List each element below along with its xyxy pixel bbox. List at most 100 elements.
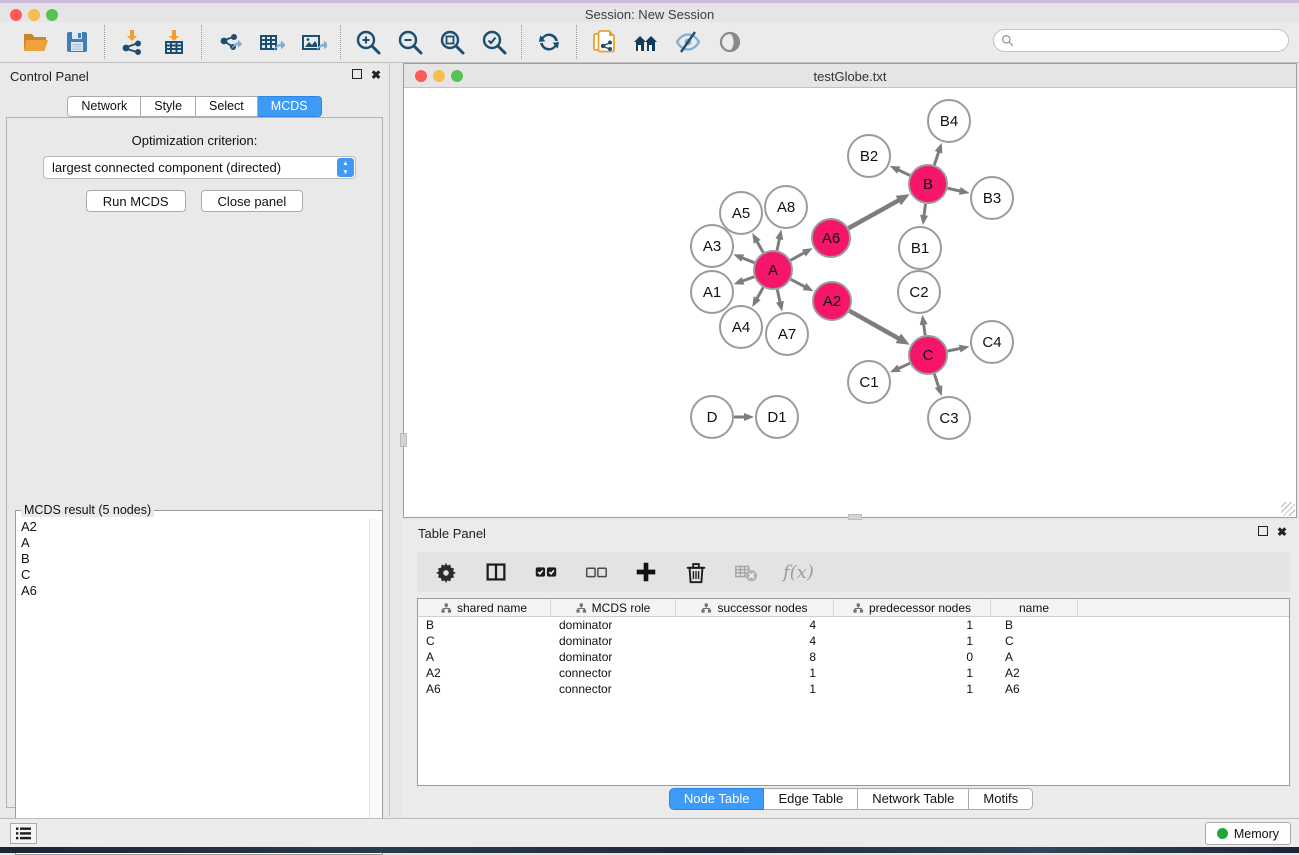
column-header-name[interactable]: name	[991, 599, 1078, 617]
table-close-panel-icon[interactable]: ✖	[1277, 526, 1287, 538]
network-window-titlebar[interactable]: testGlobe.txt	[404, 64, 1296, 88]
resize-grip-icon[interactable]	[1281, 502, 1295, 516]
network-graph[interactable]: AA1A2A3A4A5A6A7A8BB1B2B3B4CC1C2C3C4DD1	[404, 88, 1296, 517]
import-table-icon[interactable]	[160, 28, 188, 56]
delete-table-icon[interactable]	[733, 559, 759, 585]
close-panel-button[interactable]: Close panel	[201, 190, 304, 212]
select-all-rows-icon[interactable]	[533, 559, 559, 585]
home-icon[interactable]	[632, 28, 660, 56]
app-titlebar: Session: New Session	[0, 0, 1299, 22]
graph-node-label: A7	[778, 326, 796, 343]
graph-node-label: A5	[732, 205, 750, 222]
hierarchy-icon	[853, 603, 864, 614]
arrowhead-icon	[935, 143, 943, 154]
graph-node-label: B1	[911, 240, 929, 257]
clone-network-icon[interactable]	[590, 28, 618, 56]
zoom-out-icon[interactable]	[396, 28, 424, 56]
float-panel-icon[interactable]	[352, 69, 362, 79]
graph-node-label: A2	[823, 293, 841, 310]
result-scrollbar[interactable]	[369, 519, 381, 853]
show-eye-icon[interactable]	[716, 28, 744, 56]
arrowhead-icon	[752, 296, 760, 307]
column-header-successor-nodes[interactable]: successor nodes	[676, 599, 834, 617]
mcds-result-item: A2	[21, 519, 368, 535]
criterion-value: largest connected component (directed)	[52, 160, 281, 175]
arrowhead-icon	[959, 345, 970, 353]
mcds-result-title: MCDS result (5 nodes)	[21, 503, 154, 517]
graph-node-label: C	[923, 347, 934, 364]
tab-node-table[interactable]: Node Table	[669, 788, 765, 810]
search-box[interactable]	[993, 29, 1289, 52]
add-column-icon[interactable]	[633, 559, 659, 585]
zoom-in-icon[interactable]	[354, 28, 382, 56]
run-mcds-button[interactable]: Run MCDS	[86, 190, 186, 212]
table-row[interactable]: Adominator80A	[418, 649, 1289, 665]
main-toolbar	[0, 22, 1299, 63]
tab-select[interactable]: Select	[196, 96, 258, 117]
arrowhead-icon	[920, 215, 928, 225]
app-title: Session: New Session	[0, 7, 1299, 22]
graph-node-label: A1	[703, 284, 721, 301]
tab-network[interactable]: Network	[67, 96, 141, 117]
table-cell: A	[418, 649, 551, 665]
hide-panel-icon[interactable]	[674, 28, 702, 56]
table-tabs: Node TableEdge TableNetwork TableMotifs	[403, 788, 1299, 810]
delete-column-icon[interactable]	[683, 559, 709, 585]
graph-node-label: B4	[940, 113, 958, 130]
table-cell: dominator	[551, 649, 676, 665]
column-manager-icon[interactable]	[483, 559, 509, 585]
column-header-MCDS-role[interactable]: MCDS role	[551, 599, 676, 617]
close-panel-icon[interactable]: ✖	[371, 69, 381, 81]
tab-edge-table[interactable]: Edge Table	[764, 788, 858, 810]
criterion-select[interactable]: largest connected component (directed) ▲…	[43, 156, 356, 179]
search-input[interactable]	[1014, 32, 1288, 50]
column-header-filler	[1078, 599, 1289, 617]
tab-motifs[interactable]: Motifs	[969, 788, 1033, 810]
edge-A-A1	[742, 277, 754, 281]
table-row[interactable]: A2connector11A2	[418, 665, 1289, 681]
control-panel-title: Control Panel	[10, 69, 89, 84]
table-cell: 1	[834, 665, 991, 681]
tab-mcds[interactable]: MCDS	[258, 96, 322, 117]
arrowhead-icon	[803, 283, 814, 291]
table-cell: B	[418, 617, 551, 633]
edge-A-A3	[742, 258, 755, 263]
export-table-icon[interactable]	[257, 28, 285, 56]
task-history-button[interactable]	[10, 823, 37, 844]
open-session-icon[interactable]	[21, 28, 49, 56]
column-header-predecessor-nodes[interactable]: predecessor nodes	[834, 599, 991, 617]
table-cell: A6	[991, 681, 1078, 697]
refresh-icon[interactable]	[535, 28, 563, 56]
zoom-fit-icon[interactable]	[438, 28, 466, 56]
node-table: shared nameMCDS rolesuccessor nodesprede…	[417, 598, 1290, 786]
tab-style[interactable]: Style	[141, 96, 196, 117]
graph-node-label: A	[768, 262, 778, 279]
import-network-icon[interactable]	[118, 28, 146, 56]
table-cell: 1	[676, 665, 834, 681]
memory-status-icon	[1217, 828, 1228, 839]
mcds-result-box[interactable]: MCDS result (5 nodes) A2ABCA6	[15, 510, 383, 855]
function-builder-icon: f(x)	[783, 562, 814, 583]
tab-network-table[interactable]: Network Table	[858, 788, 969, 810]
table-row[interactable]: A6connector11A6	[418, 681, 1289, 697]
table-float-panel-icon[interactable]	[1258, 526, 1268, 536]
table-row[interactable]: Bdominator41B	[418, 617, 1289, 633]
edge-A-A6	[791, 252, 805, 260]
desktop-background	[0, 847, 1299, 853]
deselect-all-rows-icon[interactable]	[583, 559, 609, 585]
memory-button[interactable]: Memory	[1205, 822, 1291, 845]
optimization-criterion-label: Optimization criterion:	[7, 133, 382, 148]
export-image-icon[interactable]	[299, 28, 327, 56]
table-row[interactable]: Cdominator41C	[418, 633, 1289, 649]
zoom-selected-icon[interactable]	[480, 28, 508, 56]
table-cell: 0	[834, 649, 991, 665]
table-settings-icon[interactable]	[433, 559, 459, 585]
edge-A-A7	[777, 290, 780, 303]
edge-C-C3	[934, 374, 939, 388]
column-header-shared-name[interactable]: shared name	[418, 599, 551, 617]
table-cell: dominator	[551, 617, 676, 633]
export-network-icon[interactable]	[215, 28, 243, 56]
splitter-handle-left[interactable]	[400, 433, 407, 447]
table-cell: A2	[418, 665, 551, 681]
save-session-icon[interactable]	[63, 28, 91, 56]
